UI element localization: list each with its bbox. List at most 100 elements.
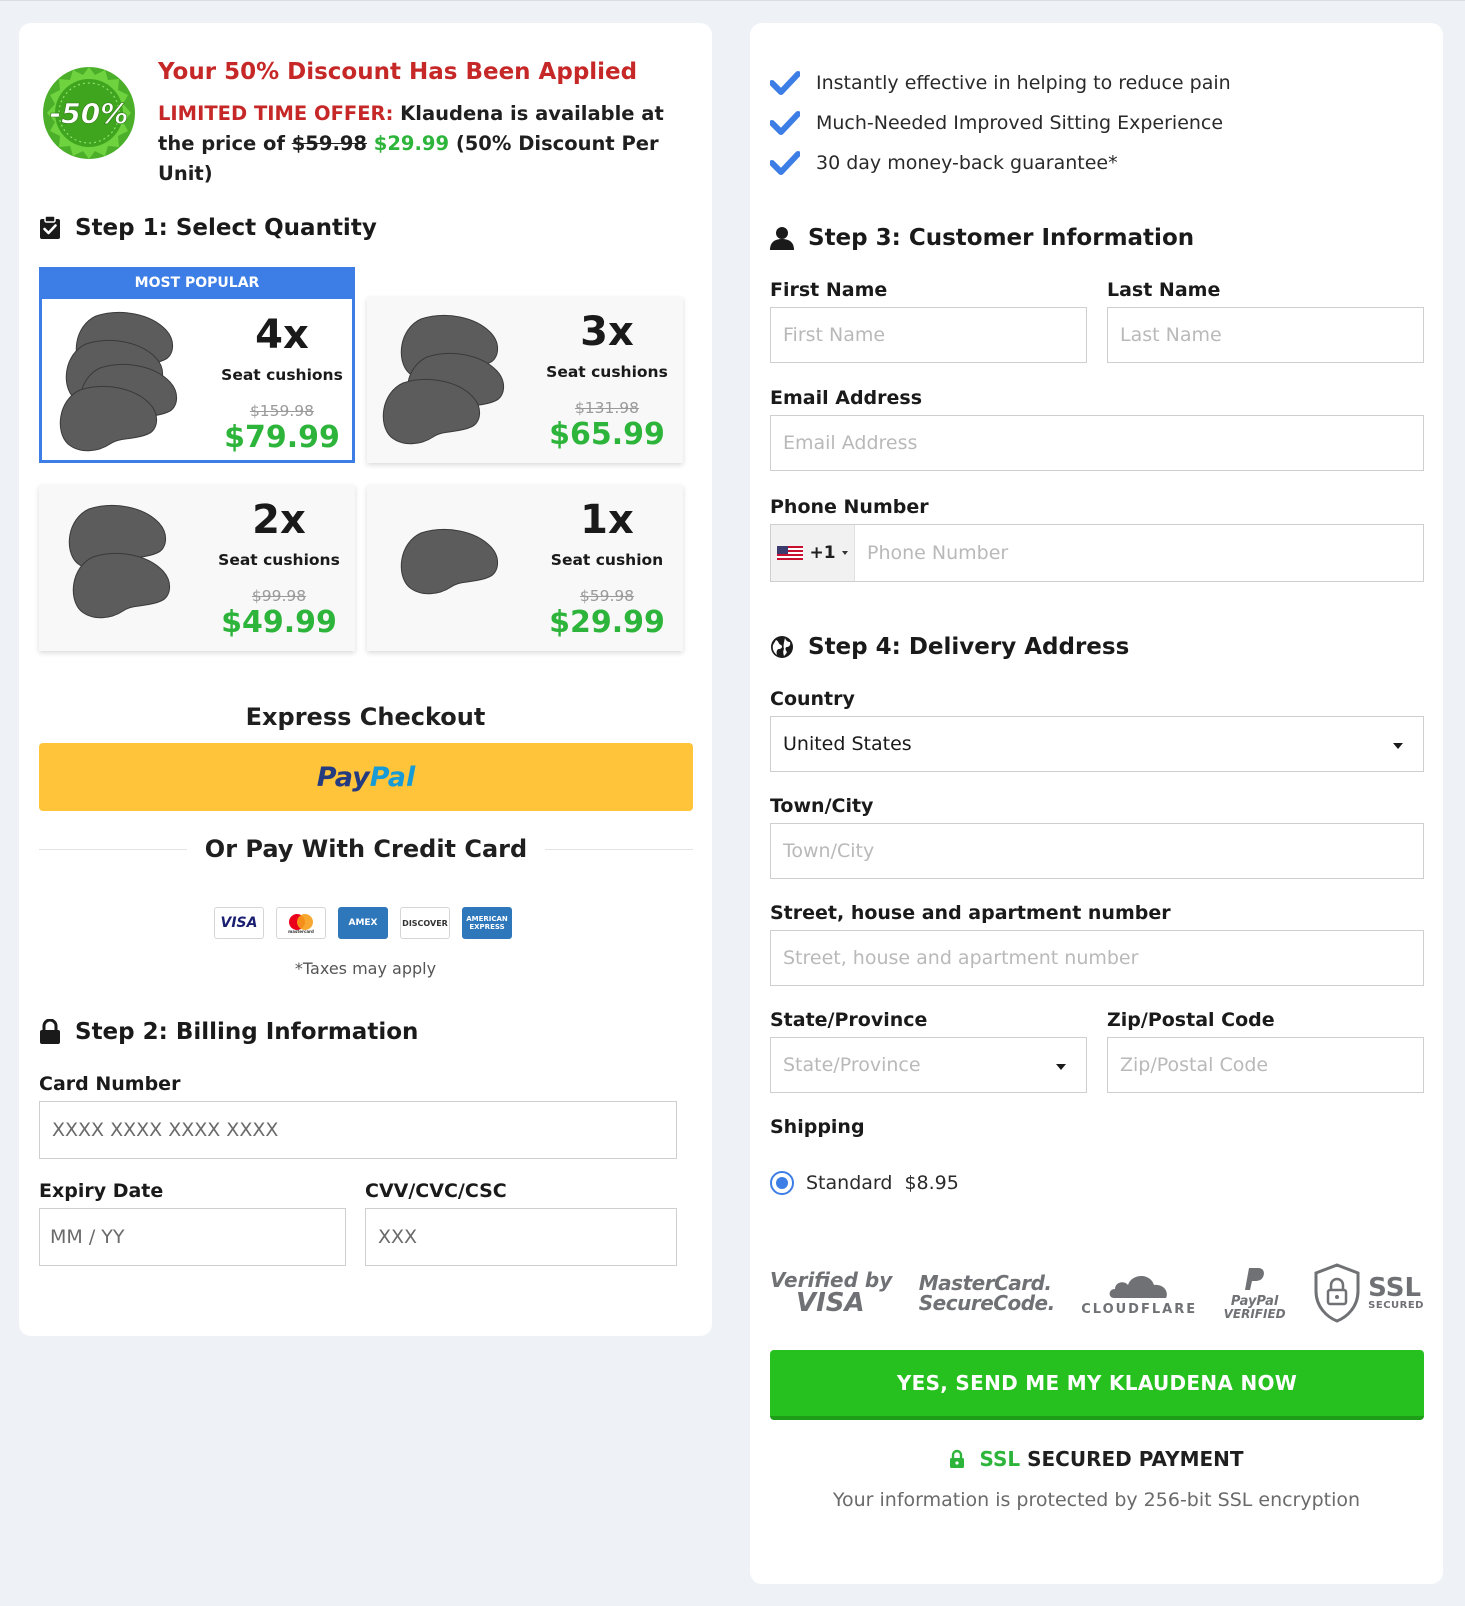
option-unit: Seat cushions: [546, 363, 668, 381]
card-number-input[interactable]: [40, 1102, 676, 1158]
benefit-text: Much-Needed Improved Sitting Experience: [816, 112, 1224, 134]
card-number-label: Card Number: [39, 1073, 181, 1095]
email-input[interactable]: [771, 416, 1423, 470]
street-input[interactable]: [771, 931, 1423, 985]
secured-payment-text: SECURED PAYMENT: [1020, 1447, 1244, 1471]
email-field[interactable]: [770, 415, 1424, 471]
option-unit: Seat cushions: [218, 551, 340, 569]
step2-label: Step 2: Billing Information: [75, 1019, 419, 1045]
option-price: $29.99: [549, 605, 665, 640]
expiry-label: Expiry Date: [39, 1180, 164, 1202]
option-qty: 1x: [580, 497, 634, 543]
step3-label: Step 3: Customer Information: [808, 225, 1195, 251]
checkmark-icon: [770, 151, 800, 175]
discount-offer: LIMITED TIME OFFER: Klaudena is availabl…: [158, 99, 698, 189]
state-select[interactable]: [770, 1037, 1087, 1093]
benefit-item: 30 day money-back guarantee*: [770, 143, 1231, 183]
option-qty: 4x: [255, 312, 309, 358]
state-input[interactable]: [771, 1038, 1086, 1092]
paypal-verified-badge: PayPal VERIFIED: [1224, 1266, 1286, 1320]
option-old-price: $131.98: [574, 399, 640, 417]
globe-icon: [771, 636, 793, 658]
zip-label: Zip/Postal Code: [1107, 1009, 1275, 1031]
country-label: Country: [770, 688, 855, 710]
last-name-label: Last Name: [1107, 279, 1221, 301]
quantity-option-3x[interactable]: 3x Seat cushions $131.98 $65.99: [367, 297, 683, 463]
quantity-option-1x[interactable]: 1x Seat cushion $59.98 $29.99: [367, 485, 683, 651]
card-number-field[interactable]: [39, 1101, 677, 1159]
taxes-note: *Taxes may apply: [294, 959, 437, 978]
right-panel: Instantly effective in helping to reduce…: [750, 23, 1443, 1584]
option-price: $79.99: [224, 420, 340, 455]
shipping-option-standard[interactable]: Standard $8.95: [770, 1171, 959, 1195]
step4-title: Step 4: Delivery Address: [770, 634, 1129, 660]
chevron-down-icon: [841, 551, 848, 555]
quantity-option-2x[interactable]: 2x Seat cushions $99.98 $49.99: [39, 485, 355, 651]
street-field[interactable]: [770, 930, 1424, 986]
amex-card-icon: AMEX: [338, 907, 388, 939]
accepted-cards: VISA mastercard AMEX DISCOVER AMERICAN E…: [214, 907, 512, 939]
shipping-label: Shipping: [770, 1116, 865, 1138]
ssl-encryption-note: Your information is protected by 256-bit…: [832, 1489, 1361, 1511]
cvv-input[interactable]: [366, 1209, 676, 1265]
chevron-down-icon: [1393, 743, 1403, 749]
clipboard-check-icon: [40, 216, 60, 239]
step1-label: Step 1: Select Quantity: [75, 215, 377, 241]
mastercard-icon: mastercard: [276, 907, 326, 939]
option-unit: Seat cushion: [550, 551, 664, 569]
step4-label: Step 4: Delivery Address: [808, 634, 1130, 660]
mastercard-securecode-badge: MasterCard. SecureCode.: [918, 1271, 1055, 1315]
city-label: Town/City: [770, 795, 874, 817]
expiry-field[interactable]: [39, 1208, 346, 1266]
benefit-text: Instantly effective in helping to reduce…: [816, 72, 1231, 94]
old-unit-price: $59.98: [291, 132, 367, 155]
paypal-button[interactable]: Pay Pal: [39, 743, 693, 811]
zip-input[interactable]: [1108, 1038, 1423, 1092]
quantity-option-4x[interactable]: MOST POPULAR 4x Seat cushions $159.98 $7…: [39, 267, 355, 463]
option-qty: 2x: [252, 497, 306, 543]
lock-icon: [40, 1019, 60, 1044]
paypal-pay-text: Pay: [316, 761, 370, 793]
badge-text: -50%: [50, 97, 129, 130]
option-price: $65.99: [549, 417, 665, 452]
most-popular-ribbon: MOST POPULAR: [39, 267, 355, 299]
phone-input[interactable]: [771, 525, 1423, 581]
shipping-radio[interactable]: [770, 1171, 794, 1195]
first-name-input[interactable]: [771, 308, 1086, 362]
offer-label: LIMITED TIME OFFER:: [158, 102, 394, 125]
last-name-input[interactable]: [1108, 308, 1423, 362]
expiry-input[interactable]: [40, 1209, 345, 1265]
svg-text:mastercard: mastercard: [288, 929, 314, 934]
last-name-field[interactable]: [1107, 307, 1424, 363]
paypal-pal-text: Pal: [369, 761, 416, 793]
checkmark-icon: [770, 71, 800, 95]
zip-field[interactable]: [1107, 1037, 1424, 1093]
phone-field[interactable]: +1: [770, 524, 1424, 582]
green-lock-icon: [950, 1449, 965, 1468]
ssl-secured-payment: SSL SECURED PAYMENT: [750, 1447, 1443, 1471]
left-panel: -50% Your 50% Discount Has Been Applied …: [19, 23, 712, 1336]
country-code-selector[interactable]: +1: [771, 525, 855, 581]
cushion-image-3x: [382, 315, 504, 445]
chevron-down-icon: [1056, 1064, 1066, 1070]
cushion-image-2x: [68, 505, 170, 619]
submit-order-button[interactable]: YES, SEND ME MY KLAUDENA NOW: [770, 1350, 1424, 1420]
user-icon: [770, 227, 794, 250]
discount-badge: -50%: [39, 63, 139, 163]
or-pay-credit-card: Or Pay With Credit Card: [204, 835, 528, 863]
shipping-option-price: $8.95: [904, 1172, 959, 1194]
city-input[interactable]: [771, 824, 1423, 878]
discover-card-icon: DISCOVER: [400, 907, 450, 939]
paypal-p-icon: [1244, 1268, 1264, 1290]
shipping-option-name: Standard: [806, 1172, 893, 1194]
option-qty: 3x: [580, 309, 634, 355]
benefit-text: 30 day money-back guarantee*: [816, 152, 1118, 174]
country-select[interactable]: United States: [770, 716, 1424, 772]
cvv-field[interactable]: [365, 1208, 677, 1266]
country-code: +1: [809, 543, 836, 563]
city-field[interactable]: [770, 823, 1424, 879]
first-name-field[interactable]: [770, 307, 1087, 363]
step2-title: Step 2: Billing Information: [39, 1019, 418, 1045]
cushion-image-1x: [400, 529, 498, 595]
checkmark-icon: [770, 111, 800, 135]
